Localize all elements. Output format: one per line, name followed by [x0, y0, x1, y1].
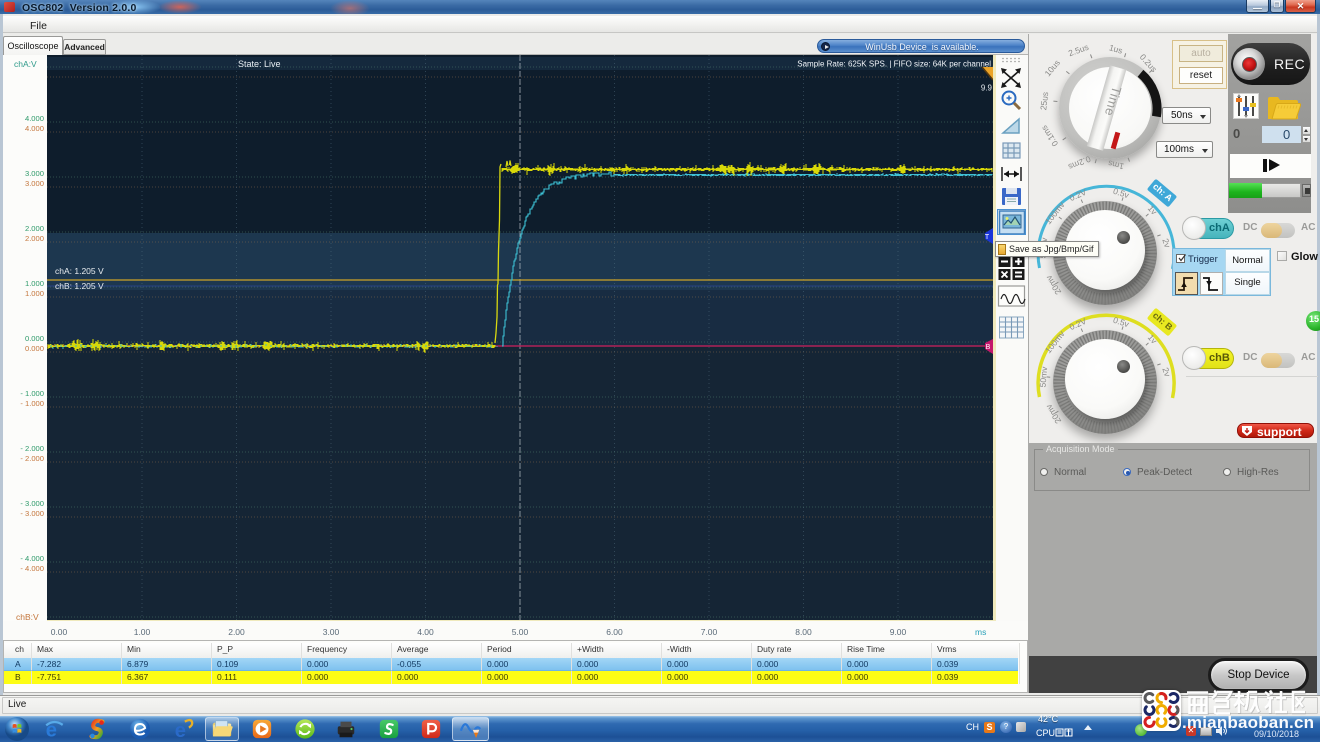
svg-text:B: B [986, 344, 991, 351]
svg-text:9.9: 9.9 [981, 84, 993, 93]
svg-text:T: T [985, 234, 990, 241]
svg-text:Sample Rate: 625K SPS. | FIFO: Sample Rate: 625K SPS. | FIFO size: 64K … [797, 60, 991, 69]
svg-text:CPU: CPU [1036, 728, 1055, 738]
svg-text:chA: 1.205 V: chA: 1.205 V [55, 266, 104, 276]
svg-text:chB: 1.205 V: chB: 1.205 V [55, 281, 104, 291]
svg-text:State: Live: State: Live [238, 59, 281, 69]
svg-text:e: e [175, 720, 186, 740]
